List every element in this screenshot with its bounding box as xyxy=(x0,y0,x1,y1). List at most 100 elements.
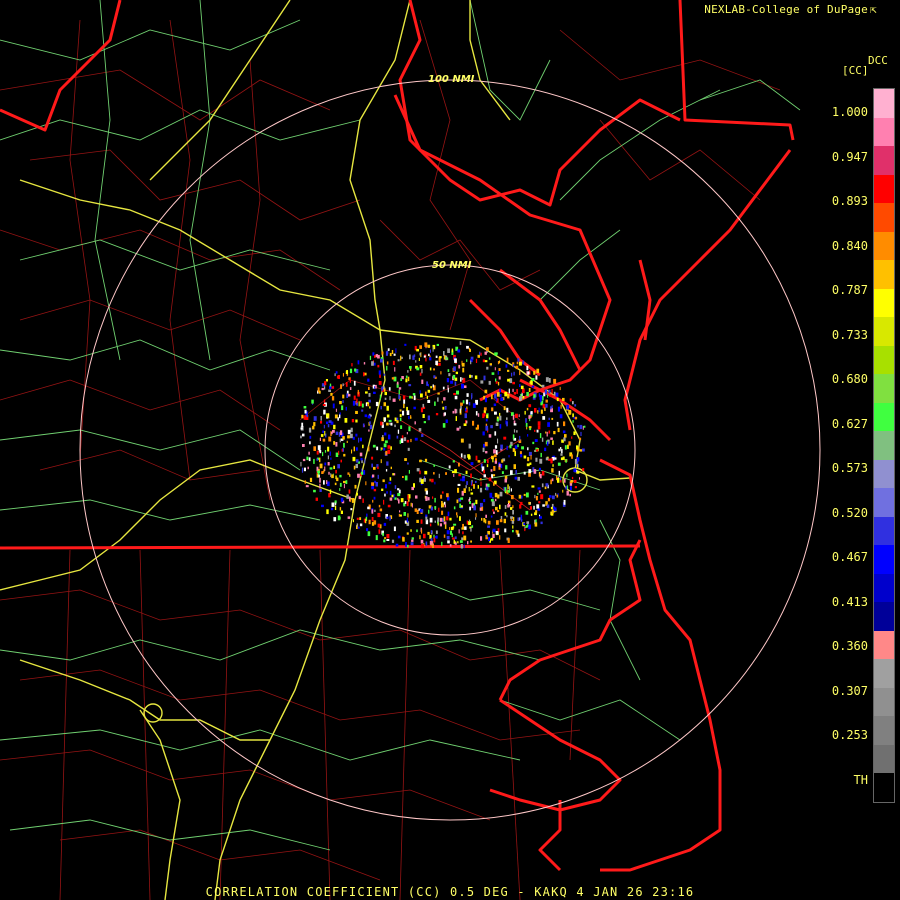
radar-echo-pixel xyxy=(553,431,556,435)
radar-echo-pixel xyxy=(492,474,496,477)
radar-echo-pixel xyxy=(414,421,416,425)
radar-echo-pixel xyxy=(450,380,454,384)
radar-echo-pixel xyxy=(366,528,369,532)
radar-echo-pixel xyxy=(302,458,306,462)
radar-echo-pixel xyxy=(470,527,472,532)
radar-echo-pixel xyxy=(493,482,495,486)
legend-swatch xyxy=(874,659,894,688)
radar-echo-pixel xyxy=(383,373,385,376)
radar-echo-pixel xyxy=(358,437,360,443)
radar-echo-pixel xyxy=(551,509,554,514)
radar-echo-pixel xyxy=(446,516,449,521)
radar-echo-pixel xyxy=(442,502,444,508)
legend-tick-label: 0.360 xyxy=(831,639,868,653)
radar-echo-pixel xyxy=(441,491,444,494)
radar-echo-pixel xyxy=(507,500,511,504)
radar-echo-pixel xyxy=(415,495,418,499)
radar-echo-pixel xyxy=(384,432,387,436)
legend-swatch xyxy=(874,345,894,375)
radar-echo-pixel xyxy=(399,414,402,418)
ring-label-50: 50 NMI xyxy=(432,260,472,271)
radar-echo-pixel xyxy=(443,521,447,525)
radar-echo-pixel xyxy=(530,513,533,516)
radar-echo-pixel xyxy=(331,431,333,435)
radar-echo-pixel xyxy=(364,414,367,418)
radar-echo-pixel xyxy=(453,506,456,510)
radar-echo-pixel xyxy=(357,389,359,395)
radar-echo-pixel xyxy=(341,448,343,452)
color-scale-bar xyxy=(873,88,895,803)
radar-echo-pixel xyxy=(443,501,446,505)
radar-echo-pixel xyxy=(494,431,497,436)
radar-echo-pixel xyxy=(542,416,546,420)
radar-echo-pixel xyxy=(358,401,360,407)
radar-echo-pixel xyxy=(506,407,509,413)
radar-echo-pixel xyxy=(418,357,420,361)
radar-echo-pixel xyxy=(523,455,527,459)
radar-echo-pixel xyxy=(576,461,579,465)
radar-echo-pixel xyxy=(459,426,461,429)
radar-echo-pixel xyxy=(576,445,579,450)
radar-echo-pixel xyxy=(557,406,560,412)
radar-echo-pixel xyxy=(459,503,461,508)
radar-echo-pixel xyxy=(371,509,374,514)
radar-echo-pixel xyxy=(331,502,335,507)
radar-echo-pixel xyxy=(532,441,535,445)
legend-tick-label: 0.893 xyxy=(831,194,868,208)
radar-echo-pixel xyxy=(353,465,356,470)
radar-echo-pixel xyxy=(457,487,460,493)
radar-echo-pixel xyxy=(519,451,522,455)
radar-echo-pixel xyxy=(416,367,420,371)
radar-echo-pixel xyxy=(537,410,539,414)
radar-echo-pixel xyxy=(302,444,305,447)
radar-echo-pixel xyxy=(313,446,316,451)
external-link-icon[interactable]: ⇱ xyxy=(870,3,880,16)
radar-echo-pixel xyxy=(496,520,499,525)
radar-echo-pixel xyxy=(541,384,545,388)
radar-echo-pixel xyxy=(435,360,438,365)
radar-echo-pixel xyxy=(493,449,496,454)
radar-echo-pixel xyxy=(334,482,337,486)
radar-echo-pixel xyxy=(317,470,320,474)
radar-echo-pixel xyxy=(391,377,395,380)
radar-echo-pixel xyxy=(482,431,485,436)
radar-echo-pixel xyxy=(358,495,362,500)
radar-echo-pixel xyxy=(551,478,554,482)
radar-echo-pixel xyxy=(557,477,560,483)
legend-swatch xyxy=(874,402,894,432)
radar-echo-pixel xyxy=(309,435,312,439)
radar-echo-pixel xyxy=(398,489,401,494)
radar-echo-pixel xyxy=(416,529,418,533)
radar-echo-pixel xyxy=(456,390,459,395)
radar-echo-pixel xyxy=(355,433,358,437)
radar-echo-pixel xyxy=(411,539,414,542)
radar-echo-pixel xyxy=(400,425,403,429)
radar-echo-pixel xyxy=(483,459,486,463)
radar-echo-pixel xyxy=(450,526,454,531)
radar-echo-pixel xyxy=(359,437,362,442)
radar-echo-pixel xyxy=(380,406,382,410)
radar-echo-pixel xyxy=(579,437,582,440)
radar-echo-pixel xyxy=(453,473,455,477)
radar-echo-pixel xyxy=(497,370,499,375)
radar-echo-pixel xyxy=(327,462,330,466)
radar-echo-pixel xyxy=(512,364,515,368)
radar-echo-pixel xyxy=(318,449,321,452)
radar-echo-pixel xyxy=(328,436,332,442)
radar-echo-pixel xyxy=(544,447,547,452)
radar-echo-pixel xyxy=(339,430,343,436)
state-borders xyxy=(0,0,795,872)
radar-echo-pixel xyxy=(304,409,307,414)
radar-echo-pixel xyxy=(410,416,412,419)
legend-tick-label: 1.000 xyxy=(831,105,868,119)
radar-echo-pixel xyxy=(545,403,548,408)
radar-echo-pixel xyxy=(338,516,341,520)
radar-echo-pixel xyxy=(540,521,543,525)
radar-echo-pixel xyxy=(549,495,552,498)
radar-echo-pixel xyxy=(497,361,499,365)
radar-echo-pixel xyxy=(551,495,555,500)
radar-echo-pixel xyxy=(439,356,442,359)
radar-echo-pixel xyxy=(371,486,375,490)
legend-tick-label: TH xyxy=(853,772,868,787)
radar-echo-pixel xyxy=(458,364,461,369)
